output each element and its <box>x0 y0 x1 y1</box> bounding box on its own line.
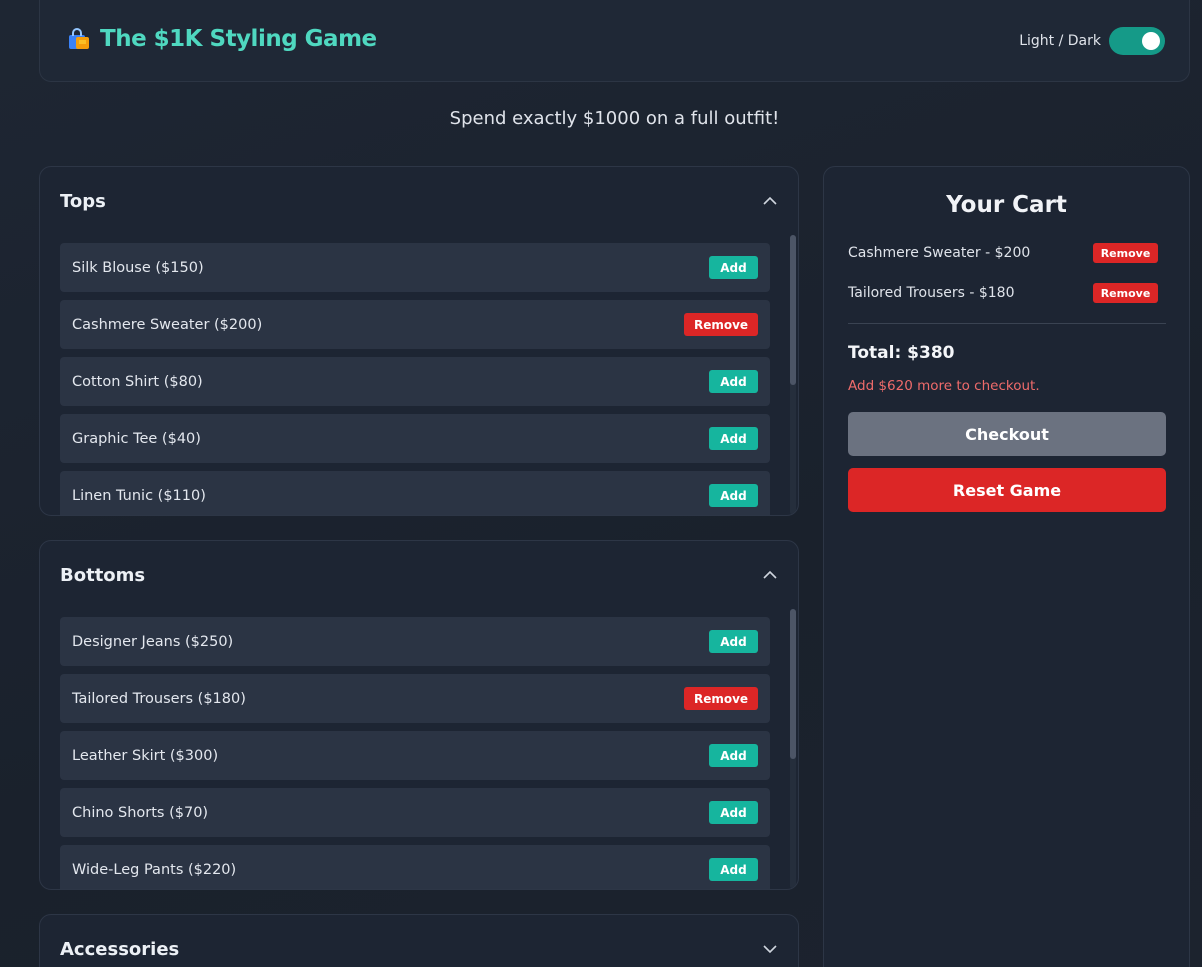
cart-warning: Add $620 more to checkout. <box>848 378 1040 394</box>
item-label: Silk Blouse ($150) <box>72 259 204 276</box>
theme-toggle-group: Light / Dark <box>1019 27 1165 55</box>
list-item: Graphic Tee ($40) Add <box>60 414 770 463</box>
cart-remove-button[interactable]: Remove <box>1093 283 1158 303</box>
add-button[interactable]: Add <box>709 427 758 450</box>
shopping-bag-icon <box>69 28 89 49</box>
cart-remove-button[interactable]: Remove <box>1093 243 1158 263</box>
chevron-up-icon[interactable] <box>762 193 778 209</box>
add-button[interactable]: Add <box>709 256 758 279</box>
item-label: Wide-Leg Pants ($220) <box>72 861 237 878</box>
item-list: Silk Blouse ($150) Add Cashmere Sweater … <box>60 243 770 515</box>
toggle-knob <box>1142 32 1160 50</box>
item-label: Chino Shorts ($70) <box>72 804 209 821</box>
cart-total: Total: $380 <box>848 343 955 363</box>
category-title: Tops <box>60 190 106 212</box>
list-item: Designer Jeans ($250) Add <box>60 617 770 666</box>
cart-item: Tailored Trousers - $180 Remove <box>848 283 1158 303</box>
checkout-button[interactable]: Checkout <box>848 412 1166 456</box>
brand: The $1K Styling Game <box>66 26 377 52</box>
category-title: Accessories <box>60 938 180 960</box>
scrollbar[interactable] <box>790 609 796 889</box>
item-label: Cashmere Sweater ($200) <box>72 316 263 333</box>
cart-item: Cashmere Sweater - $200 Remove <box>848 243 1158 263</box>
scroll-thumb[interactable] <box>790 235 796 385</box>
category-title: Bottoms <box>60 564 146 586</box>
remove-button[interactable]: Remove <box>684 313 758 336</box>
chevron-up-icon[interactable] <box>762 567 778 583</box>
add-button[interactable]: Add <box>709 370 758 393</box>
item-label: Tailored Trousers ($180) <box>72 690 246 707</box>
scrollbar[interactable] <box>790 235 796 515</box>
item-label: Linen Tunic ($110) <box>72 487 206 504</box>
list-item: Leather Skirt ($300) Add <box>60 731 770 780</box>
list-item: Cotton Shirt ($80) Add <box>60 357 770 406</box>
cart-divider <box>848 323 1166 324</box>
game-subtitle: Spend exactly $1000 on a full outfit! <box>449 108 780 129</box>
add-button[interactable]: Add <box>709 744 758 767</box>
list-item: Cashmere Sweater ($200) Remove <box>60 300 770 349</box>
theme-toggle[interactable] <box>1109 27 1165 55</box>
add-button[interactable]: Add <box>709 858 758 881</box>
item-label: Leather Skirt ($300) <box>72 747 219 764</box>
app-title: The $1K Styling Game <box>100 26 377 52</box>
item-label: Designer Jeans ($250) <box>72 633 234 650</box>
list-item: Tailored Trousers ($180) Remove <box>60 674 770 723</box>
theme-toggle-label: Light / Dark <box>1019 33 1101 49</box>
cart-title: Your Cart <box>946 192 1067 218</box>
cart-item-label: Cashmere Sweater - $200 <box>848 245 1031 261</box>
cart-panel: Your Cart Cashmere Sweater - $200 Remove… <box>823 166 1190 967</box>
app-header: The $1K Styling Game Light / Dark <box>39 0 1190 82</box>
reset-game-button[interactable]: Reset Game <box>848 468 1166 512</box>
cart-item-label: Tailored Trousers - $180 <box>848 285 1015 301</box>
add-button[interactable]: Add <box>709 630 758 653</box>
category-panel-tops: Tops Silk Blouse ($150) Add Cashmere Swe… <box>39 166 799 516</box>
category-header-accessories[interactable]: Accessories <box>40 915 798 967</box>
list-item: Linen Tunic ($110) Add <box>60 471 770 515</box>
category-header-bottoms[interactable]: Bottoms <box>40 541 798 609</box>
scroll-thumb[interactable] <box>790 609 796 759</box>
list-item: Wide-Leg Pants ($220) Add <box>60 845 770 889</box>
add-button[interactable]: Add <box>709 484 758 507</box>
remove-button[interactable]: Remove <box>684 687 758 710</box>
item-list: Designer Jeans ($250) Add Tailored Trous… <box>60 617 770 889</box>
add-button[interactable]: Add <box>709 801 758 824</box>
list-item: Chino Shorts ($70) Add <box>60 788 770 837</box>
category-panel-bottoms: Bottoms Designer Jeans ($250) Add Tailor… <box>39 540 799 890</box>
category-header-tops[interactable]: Tops <box>40 167 798 235</box>
chevron-down-icon[interactable] <box>762 941 778 957</box>
item-label: Cotton Shirt ($80) <box>72 373 203 390</box>
category-panel-accessories: Accessories <box>39 914 799 967</box>
item-label: Graphic Tee ($40) <box>72 430 201 447</box>
list-item: Silk Blouse ($150) Add <box>60 243 770 292</box>
